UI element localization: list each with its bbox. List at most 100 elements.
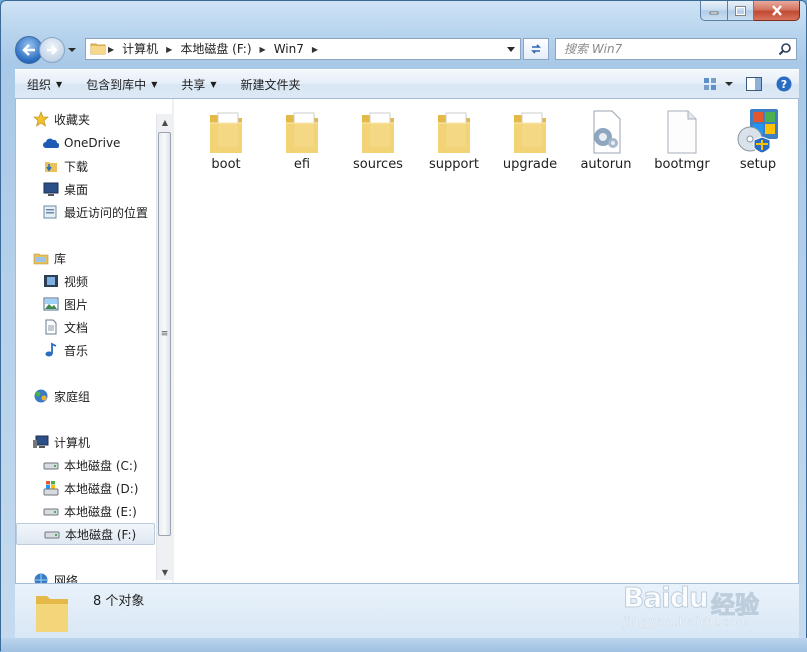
nav-pictures[interactable]: 图片 (16, 293, 155, 315)
chevron-right-icon[interactable]: ▶ (164, 45, 174, 54)
nav-label: 家庭组 (54, 389, 91, 404)
document-icon (42, 319, 60, 335)
preview-pane-button[interactable] (739, 70, 769, 98)
nav-label: 本地磁盘 (E:) (64, 504, 137, 519)
search-icon[interactable] (774, 42, 796, 56)
nav-favorites[interactable]: 收藏夹 (16, 108, 155, 130)
watermark-url: jingyan.baidu.com (623, 615, 751, 629)
chevron-down-icon: ▼ (210, 79, 217, 89)
scroll-up-button[interactable]: ▲ (157, 114, 173, 130)
nav-documents[interactable]: 文档 (16, 316, 155, 338)
include-library-button[interactable]: 包含到库中 ▼ (74, 70, 169, 98)
nav-drive-c[interactable]: 本地磁盘 (C:) (16, 454, 155, 476)
arrow-right-icon (47, 45, 58, 55)
folder-icon (278, 105, 326, 155)
file-item[interactable]: bootmgr (646, 105, 718, 172)
scroll-thumb[interactable]: ≡ (158, 132, 171, 536)
nav-buttons (15, 36, 78, 64)
search-input[interactable] (562, 39, 774, 59)
nav-homegroup[interactable]: 家庭组 (16, 385, 155, 407)
item-count: 8 个对象 (93, 594, 145, 609)
crumb-computer[interactable]: 计算机 (116, 39, 164, 59)
address-history-button[interactable] (502, 39, 520, 59)
chevron-right-icon[interactable]: ▶ (310, 45, 320, 54)
nav-downloads[interactable]: 下载 (16, 155, 155, 177)
drive-icon (43, 526, 61, 542)
picture-icon (42, 296, 60, 312)
nav-label: 网络 (54, 573, 79, 584)
organize-button[interactable]: 组织 ▼ (15, 70, 74, 98)
chevron-down-icon: ▼ (151, 79, 158, 89)
chevron-right-icon[interactable]: ▶ (258, 45, 268, 54)
file-item[interactable]: autorun (570, 105, 642, 172)
nav-computer[interactable]: 计算机 (16, 431, 155, 453)
forward-button[interactable] (39, 37, 65, 63)
svg-text:?: ? (781, 78, 787, 91)
maximize-icon (735, 5, 746, 16)
nav-label: OneDrive (64, 136, 121, 150)
file-item[interactable]: efi (266, 105, 338, 172)
chevron-down-icon (68, 48, 76, 52)
refresh-button[interactable] (523, 38, 549, 60)
nav-desktop[interactable]: 桌面 (16, 178, 155, 200)
folder-icon (202, 105, 250, 155)
nav-scrollbar[interactable]: ▲ ≡ ▼ (156, 114, 173, 580)
help-button[interactable]: ? (769, 70, 799, 98)
preview-pane-icon (746, 77, 762, 91)
folder-icon (354, 105, 402, 155)
minimize-button[interactable] (700, 1, 728, 21)
nav-recent-places[interactable]: 最近访问的位置 (16, 201, 155, 223)
command-bar: 组织 ▼ 包含到库中 ▼ 共享 ▼ 新建文件夹 ? (15, 69, 799, 99)
scroll-down-button[interactable]: ▼ (157, 564, 173, 580)
nav-label: 计算机 (54, 435, 91, 450)
nav-libraries[interactable]: 库 (16, 247, 155, 269)
close-icon (771, 5, 782, 16)
nav-videos[interactable]: 视频 (16, 270, 155, 292)
recent-pages-button[interactable] (66, 40, 78, 60)
minimize-icon (709, 11, 719, 14)
share-label: 共享 (181, 77, 206, 92)
content-area: 收藏夹 OneDrive 下载 桌面 最近访问的位置 库 视频 图片 文档 音乐… (15, 99, 799, 583)
nav-label: 图片 (64, 297, 89, 312)
help-icon: ? (776, 76, 792, 92)
downloads-icon (42, 158, 60, 174)
breadcrumb: ▶ 计算机 ▶ 本地磁盘 (F:) ▶ Win7 ▶ (86, 39, 502, 59)
navigation-pane: 收藏夹 OneDrive 下载 桌面 最近访问的位置 库 视频 图片 文档 音乐… (16, 99, 156, 583)
watermark-brand: Baidu (623, 581, 710, 615)
blank-file-icon (658, 105, 706, 155)
file-item[interactable]: support (418, 105, 490, 172)
nav-label: 库 (54, 251, 67, 266)
windows-drive-icon (42, 480, 60, 496)
close-button[interactable] (754, 1, 800, 21)
setup-icon (734, 105, 782, 155)
share-button[interactable]: 共享 ▼ (169, 70, 228, 98)
nav-drive-d[interactable]: 本地磁盘 (D:) (16, 477, 155, 499)
file-item[interactable]: upgrade (494, 105, 566, 172)
nav-network[interactable]: 网络 (16, 569, 155, 583)
new-folder-button[interactable]: 新建文件夹 (229, 70, 313, 98)
crumb-win7[interactable]: Win7 (268, 39, 310, 59)
settings-file-icon (582, 105, 630, 155)
file-item[interactable]: boot (190, 105, 262, 172)
nav-drive-e[interactable]: 本地磁盘 (E:) (16, 500, 155, 522)
nav-drive-f[interactable]: 本地磁盘 (F:) (16, 523, 155, 545)
file-name: bootmgr (654, 157, 710, 172)
nav-label: 最近访问的位置 (64, 205, 149, 220)
include-library-label: 包含到库中 (86, 77, 147, 92)
file-item[interactable]: setup (722, 105, 794, 172)
file-item[interactable]: sources (342, 105, 414, 172)
nav-label: 本地磁盘 (D:) (64, 481, 139, 496)
address-bar[interactable]: ▶ 计算机 ▶ 本地磁盘 (F:) ▶ Win7 ▶ (85, 38, 521, 60)
nav-onedrive[interactable]: OneDrive (16, 132, 155, 154)
crumb-drive-f[interactable]: 本地磁盘 (F:) (174, 39, 257, 59)
nav-label: 音乐 (64, 343, 89, 358)
change-view-button[interactable] (697, 70, 739, 98)
chevron-right-icon[interactable]: ▶ (106, 45, 116, 54)
folder-icon (33, 590, 71, 637)
nav-music[interactable]: 音乐 (16, 339, 155, 361)
maximize-button[interactable] (728, 1, 754, 21)
file-name: upgrade (502, 157, 558, 172)
file-name: setup (739, 157, 777, 172)
window-frame-bottom (1, 638, 807, 652)
drive-icon (42, 503, 60, 519)
